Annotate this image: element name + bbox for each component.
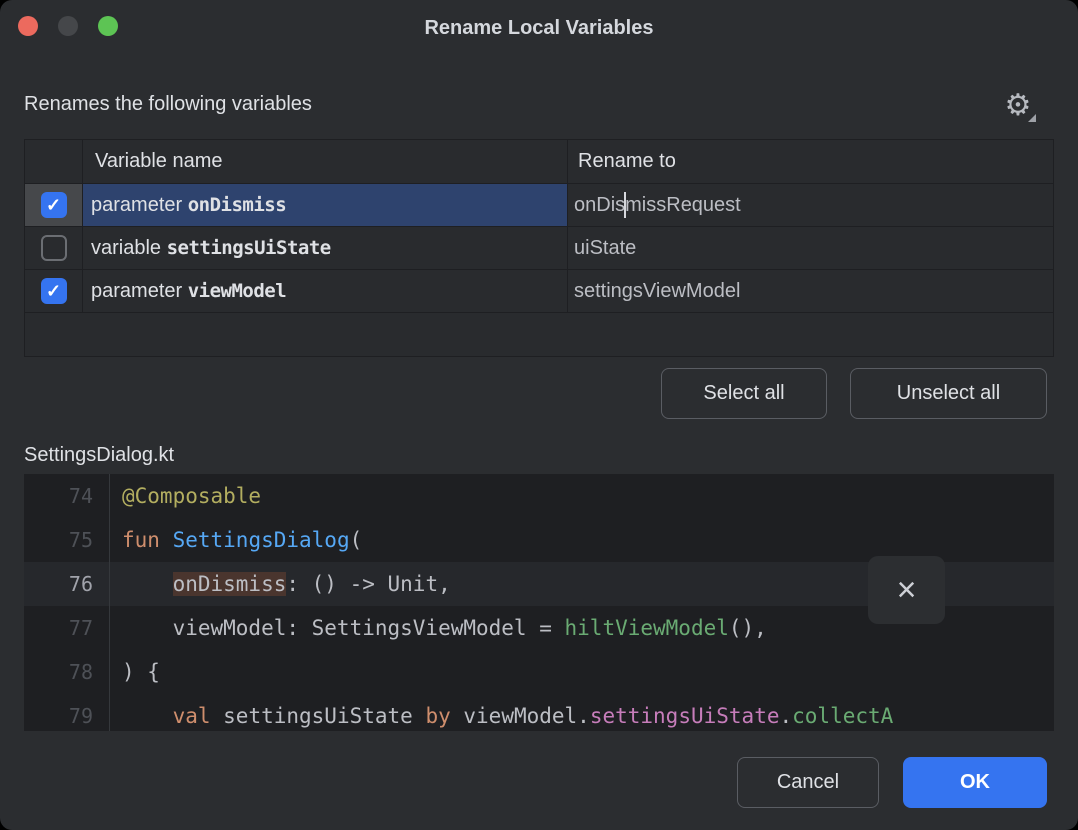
code-token: [122, 704, 173, 728]
code-token: [122, 572, 173, 596]
code-token: (),: [729, 616, 767, 640]
code-text: ) {: [110, 650, 1054, 694]
close-icon: ×: [897, 573, 917, 607]
code-line: 74 @Composable: [24, 474, 1054, 518]
cancel-button[interactable]: Cancel: [737, 757, 879, 808]
code-token: .: [779, 704, 792, 728]
settings-gear-button[interactable]: ⚙: [998, 86, 1038, 126]
line-number: 77: [24, 606, 110, 650]
window-title: Rename Local Variables: [424, 17, 653, 40]
table-row[interactable]: variable settingsUiStateuiState: [25, 227, 1053, 270]
variable-name-label: onDismiss: [188, 194, 286, 216]
rename-to-editor-cell[interactable]: onDismissRequest: [568, 184, 1053, 227]
code-token: hiltViewModel: [565, 616, 729, 640]
code-token: viewModel: SettingsViewModel =: [122, 616, 565, 640]
code-token: viewModel.: [451, 704, 590, 728]
code-token: onDismiss: [173, 572, 287, 596]
variable-kind-label: parameter: [91, 194, 188, 217]
variable-name-cell[interactable]: variable settingsUiState: [83, 227, 568, 270]
rename-value-after-caret: missRequest: [625, 194, 741, 217]
code-token: : () -> Unit,: [286, 572, 450, 596]
line-number: 78: [24, 650, 110, 694]
code-line: 79 val settingsUiState by viewModel.sett…: [24, 694, 1054, 731]
line-number: 74: [24, 474, 110, 518]
code-text: val settingsUiState by viewModel.setting…: [110, 694, 1054, 731]
select-all-button[interactable]: Select all: [661, 368, 827, 419]
traffic-lights: [18, 16, 118, 36]
code-token: (: [350, 528, 363, 552]
code-token: SettingsDialog: [173, 528, 350, 552]
code-token: fun: [122, 528, 160, 552]
preview-close-button[interactable]: ×: [868, 556, 945, 624]
rename-value-before-caret: onDis: [574, 194, 625, 217]
checked-checkbox[interactable]: ✓: [41, 192, 67, 218]
unselect-all-button[interactable]: Unselect all: [850, 368, 1047, 419]
gear-dropdown-icon: [1028, 114, 1036, 122]
code-token: val: [173, 704, 211, 728]
rename-to-cell[interactable]: settingsViewModel: [568, 270, 1053, 313]
variable-name-label: viewModel: [188, 280, 286, 302]
checked-checkbox[interactable]: ✓: [41, 278, 67, 304]
code-token: [160, 528, 173, 552]
checkbox-cell: [25, 227, 83, 270]
table-header-checkbox-column: [25, 140, 83, 184]
title-bar: Rename Local Variables: [0, 0, 1078, 56]
code-text: @Composable: [110, 474, 1054, 518]
code-token: @Composable: [122, 484, 261, 508]
variables-table: Variable name Rename to ✓ parameter onDis…: [24, 139, 1054, 357]
minimize-window-button: [58, 16, 78, 36]
checkbox-cell: ✓: [25, 270, 83, 313]
table-header-variable-name: Variable name: [83, 140, 568, 184]
code-line: 78 ) {: [24, 650, 1054, 694]
code-token: settingsUiState: [211, 704, 426, 728]
variable-kind-label: variable: [91, 237, 167, 260]
rename-to-cell[interactable]: uiState: [568, 227, 1053, 270]
line-number: 75: [24, 518, 110, 562]
table-row[interactable]: ✓parameter onDismissonDismissRequest: [25, 184, 1053, 227]
code-token: by: [425, 704, 450, 728]
table-header-row: Variable name Rename to: [25, 140, 1053, 184]
close-window-button[interactable]: [18, 16, 38, 36]
variable-kind-label: parameter: [91, 280, 188, 303]
table-row[interactable]: ✓parameter viewModelsettingsViewModel: [25, 270, 1053, 313]
checkbox-cell: ✓: [25, 184, 83, 227]
ok-button[interactable]: OK: [903, 757, 1047, 808]
line-number: 76: [24, 562, 110, 606]
rename-dialog-window: Rename Local Variables Renames the follo…: [0, 0, 1078, 830]
variable-name-label: settingsUiState: [167, 237, 331, 259]
code-token: ) {: [122, 660, 160, 684]
code-token: settingsUiState: [590, 704, 780, 728]
zoom-window-button[interactable]: [98, 16, 118, 36]
unchecked-checkbox[interactable]: [41, 235, 67, 261]
preview-file-label: SettingsDialog.kt: [24, 444, 174, 467]
table-header-rename-to: Rename to: [568, 140, 1053, 184]
section-label: Renames the following variables: [24, 93, 312, 116]
variable-name-cell[interactable]: parameter viewModel: [83, 270, 568, 313]
variable-name-cell[interactable]: parameter onDismiss: [83, 184, 568, 227]
code-token: collectA: [792, 704, 893, 728]
line-number: 79: [24, 694, 110, 731]
